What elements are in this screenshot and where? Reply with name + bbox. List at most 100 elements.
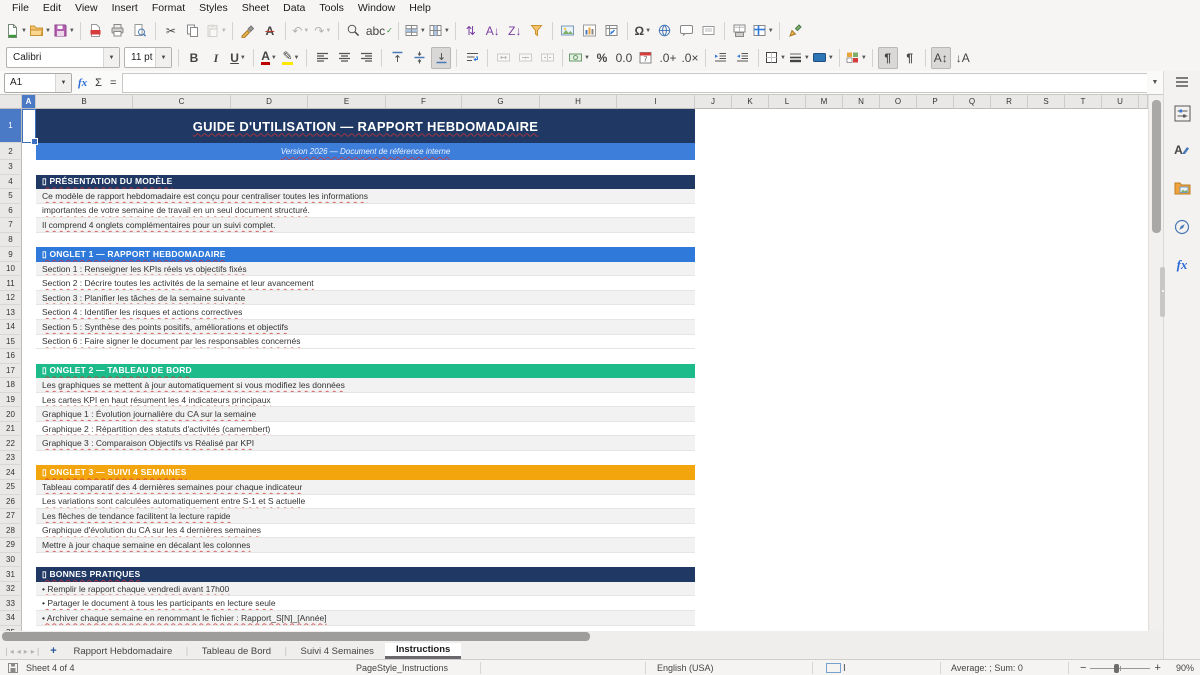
row-header-24[interactable]: 24 xyxy=(0,465,22,481)
save-dropdown-icon[interactable]: ▼ xyxy=(69,28,75,34)
row-header-2[interactable]: 2 xyxy=(0,143,22,160)
column-header-Q[interactable]: Q xyxy=(954,95,991,109)
column-header-L[interactable]: L xyxy=(769,95,806,109)
align-left-icon[interactable] xyxy=(312,47,332,69)
row-cells[interactable]: ▯ BONNES PRATIQUES xyxy=(22,567,1148,582)
font-color-icon[interactable]: A ▼ xyxy=(259,47,279,69)
row-cells[interactable]: ▯ ONGLET 2 — TABLEAU DE BORD xyxy=(22,363,1148,379)
underline-icon[interactable]: U ▼ xyxy=(228,47,248,69)
insert-rows-dropdown-icon[interactable]: ▼ xyxy=(420,28,426,34)
column-header-A[interactable]: A xyxy=(22,95,36,109)
vertical-scrollbar[interactable] xyxy=(1148,95,1163,631)
cell-band[interactable]: Version 2026 — Document de référence int… xyxy=(36,143,695,160)
text-direction-vertical-icon[interactable]: A↕ xyxy=(930,46,951,69)
cell-band[interactable]: Graphique 2 : Répartition des statuts d'… xyxy=(36,421,695,437)
row-header-17[interactable]: 17 xyxy=(0,363,22,379)
cell-band[interactable]: Tableau comparatif des 4 dernières semai… xyxy=(36,480,695,495)
row-header-13[interactable]: 13 xyxy=(0,305,22,321)
properties-icon[interactable] xyxy=(1164,105,1200,122)
zoom-slider-thumb[interactable] xyxy=(1114,663,1120,673)
page-style[interactable]: PageStyle_Instructions xyxy=(356,660,448,675)
row-cells[interactable]: Les cartes KPI en haut résument les 4 in… xyxy=(22,392,1148,408)
row-header-30[interactable]: 30 xyxy=(0,552,22,568)
borders-dropdown-icon[interactable]: ▼ xyxy=(780,55,786,61)
highlighting-color-dropdown-icon[interactable]: ▼ xyxy=(294,55,300,61)
row-header-5[interactable]: 5 xyxy=(0,189,22,204)
row-header-27[interactable]: 27 xyxy=(0,509,22,524)
row-header-6[interactable]: 6 xyxy=(0,203,22,219)
row-header-32[interactable]: 32 xyxy=(0,581,22,597)
row-cells[interactable]: • Archiver chaque semaine en renommant l… xyxy=(22,610,1148,626)
row-cells[interactable]: Les graphiques se mettent à jour automat… xyxy=(22,378,1148,393)
language-status[interactable]: English (USA) xyxy=(657,660,714,675)
sum-icon[interactable]: Σ xyxy=(95,77,102,89)
row-header-1[interactable]: 1 xyxy=(0,109,22,143)
menu-styles[interactable]: Styles xyxy=(192,0,235,17)
increase-indent-icon[interactable] xyxy=(711,47,731,69)
column-header-C[interactable]: C xyxy=(133,95,231,109)
delete-decimal-icon[interactable]: .0× xyxy=(680,47,700,69)
column-header-D[interactable]: D xyxy=(231,95,308,109)
row-header-18[interactable]: 18 xyxy=(0,378,22,393)
row-cells[interactable]: Version 2026 — Document de référence int… xyxy=(22,143,1148,160)
row-cells[interactable]: Section 4 : Identifier les risques et ac… xyxy=(22,305,1148,321)
row-cells[interactable]: Ce modèle de rapport hebdomadaire est co… xyxy=(22,189,1148,204)
selected-cell-A1[interactable] xyxy=(22,109,38,145)
cell-band[interactable]: ▯ BONNES PRATIQUES xyxy=(36,567,695,582)
insert-comment-icon[interactable] xyxy=(677,20,697,42)
column-header-S[interactable]: S xyxy=(1028,95,1065,109)
sort-ascending-icon[interactable]: A↓ xyxy=(483,20,503,42)
column-header-N[interactable]: N xyxy=(843,95,880,109)
paste-dropdown-icon[interactable]: ▼ xyxy=(221,28,227,34)
highlighting-color-icon[interactable]: ✎ ▼ xyxy=(281,47,301,69)
left-to-right-icon[interactable]: ¶ xyxy=(877,46,898,69)
freeze-rows-columns-dropdown-icon[interactable]: ▼ xyxy=(768,28,774,34)
row-header-22[interactable]: 22 xyxy=(0,436,22,451)
decrease-indent-icon[interactable] xyxy=(733,47,753,69)
row-cells[interactable]: • Remplir le rapport chaque vendredi ava… xyxy=(22,581,1148,597)
align-right-icon[interactable] xyxy=(356,47,376,69)
cell-band[interactable]: • Remplir le rapport chaque vendredi ava… xyxy=(36,581,695,597)
insert-hyperlink-icon[interactable] xyxy=(655,20,675,42)
background-color-icon[interactable]: ▼ xyxy=(812,47,834,69)
row-header-3[interactable]: 3 xyxy=(0,160,22,175)
conditional-formatting-dropdown-icon[interactable]: ▼ xyxy=(861,55,867,61)
select-all-corner[interactable] xyxy=(0,95,22,109)
format-date-icon[interactable]: 7 xyxy=(636,47,656,69)
find-and-replace-icon[interactable] xyxy=(344,20,364,42)
zoom-out-icon[interactable]: − xyxy=(1080,662,1086,674)
menu-window[interactable]: Window xyxy=(351,0,402,17)
italic-icon[interactable]: I xyxy=(206,47,226,69)
show-draw-functions-icon[interactable] xyxy=(785,20,805,42)
cell-band[interactable]: Graphique 1 : Évolution journalière du C… xyxy=(36,407,695,422)
expand-formula-bar-icon[interactable]: ▼ xyxy=(1147,79,1163,86)
save-icon[interactable]: ▼ xyxy=(53,20,75,42)
row-cells[interactable]: Section 2 : Décrire toutes les activités… xyxy=(22,276,1148,291)
row-cells[interactable]: GUIDE D'UTILISATION — RAPPORT HEBDOMADAI… xyxy=(22,109,1148,143)
cell-band[interactable]: Ce modèle de rapport hebdomadaire est co… xyxy=(36,189,695,204)
open-file-dropdown-icon[interactable]: ▼ xyxy=(45,28,51,34)
row-cells[interactable]: Mettre à jour chaque semaine en décalant… xyxy=(22,538,1148,553)
row-header-21[interactable]: 21 xyxy=(0,421,22,437)
background-color-dropdown-icon[interactable]: ▼ xyxy=(828,55,834,61)
rotate-text-icon[interactable]: ↓A xyxy=(953,47,973,69)
row-header-33[interactable]: 33 xyxy=(0,596,22,611)
row-cells[interactable] xyxy=(22,349,1148,364)
column-header-M[interactable]: M xyxy=(806,95,843,109)
row-header-29[interactable]: 29 xyxy=(0,538,22,553)
new-document-icon[interactable]: ▼ xyxy=(5,20,27,42)
insert-image-icon[interactable] xyxy=(558,20,578,42)
row-header-26[interactable]: 26 xyxy=(0,494,22,510)
row-header-11[interactable]: 11 xyxy=(0,276,22,291)
row-cells[interactable]: Tableau comparatif des 4 dernières semai… xyxy=(22,480,1148,495)
bold-icon[interactable]: B xyxy=(184,47,204,69)
row-cells[interactable]: Il comprend 4 onglets complémentaires po… xyxy=(22,218,1148,233)
font-size[interactable]: 11 pt ▼ xyxy=(124,47,172,68)
font-size-dropdown-icon[interactable]: ▼ xyxy=(155,48,171,67)
column-header-K[interactable]: K xyxy=(732,95,769,109)
cell-band[interactable]: Graphique d'évolution du CA sur les 4 de… xyxy=(36,523,695,539)
vertical-scrollbar-thumb[interactable] xyxy=(1152,100,1161,233)
insert-columns-icon[interactable]: ▼ xyxy=(428,20,450,42)
menu-sheet[interactable]: Sheet xyxy=(235,0,276,17)
row-header-12[interactable]: 12 xyxy=(0,290,22,306)
